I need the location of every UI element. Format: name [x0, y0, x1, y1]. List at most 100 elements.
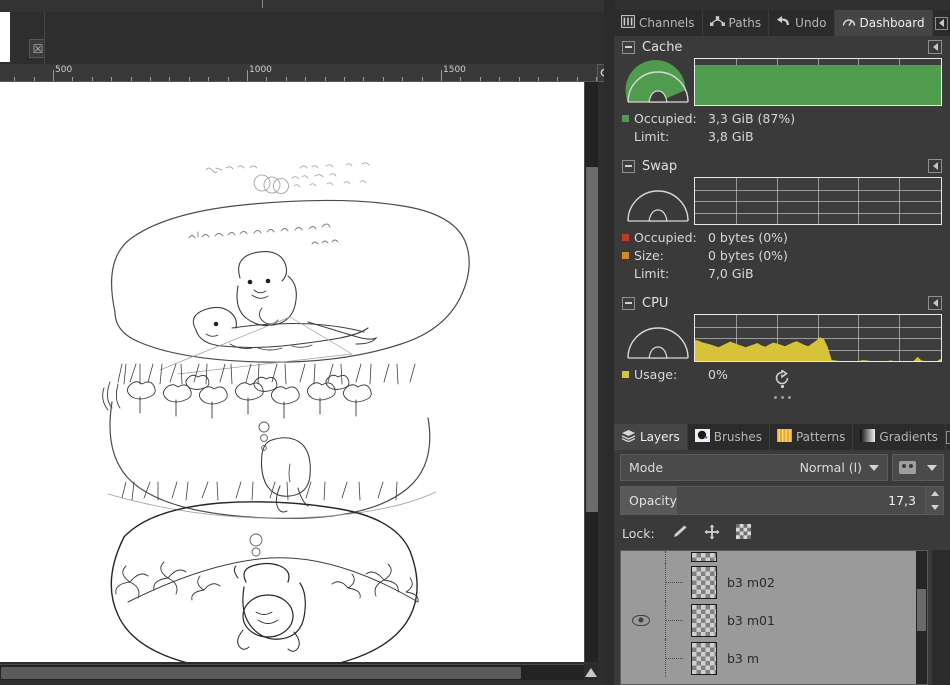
brush-icon[interactable] [671, 524, 688, 542]
tree-line-horizontal [665, 582, 683, 583]
horizontal-scrollbar-thumb[interactable] [1, 667, 521, 679]
group-header[interactable]: Cache [614, 36, 950, 58]
layer-row[interactable]: b3 m [621, 639, 927, 677]
layers-tabrow: Layers Brushes Patterns [614, 424, 950, 450]
tab-dashboard-label: Dashboard [860, 16, 925, 30]
ruler-tick-minor [363, 77, 364, 81]
layer-name: b3 m02 [727, 575, 775, 590]
ruler-tick-minor [422, 77, 423, 81]
horizontal-ruler[interactable]: 50010001500200025003000 [0, 64, 614, 82]
graph-area-series [695, 315, 941, 361]
group-spacer [614, 147, 950, 155]
group-title: Swap [642, 159, 921, 174]
dock-menu-icon[interactable] [933, 10, 950, 36]
group-gauge [622, 58, 694, 106]
tab-gradients[interactable]: Gradients [853, 424, 945, 450]
image-canvas[interactable] [0, 82, 584, 662]
pane-divider[interactable] [604, 0, 614, 685]
group-graph [694, 314, 942, 362]
tab-channels-label: Channels [639, 16, 695, 30]
opacity-stepper[interactable] [925, 487, 943, 514]
tab-patterns[interactable]: Patterns [770, 424, 853, 450]
legend-swatch [622, 133, 629, 140]
ruler-tick-minor [150, 77, 151, 81]
horizontal-scrollbar[interactable] [0, 664, 598, 680]
tab-brushes[interactable]: Brushes [688, 424, 770, 450]
ruler-tick-minor [111, 77, 112, 81]
ruler-tick-label: 1000 [249, 65, 272, 75]
tab-gradients-label: Gradients [879, 430, 937, 444]
group-menu-icon[interactable] [928, 40, 942, 54]
ruler-tick-minor [402, 77, 403, 81]
collapse-icon[interactable] [622, 160, 635, 173]
tab-paths-label: Paths [729, 16, 762, 30]
ruler-tick-minor [460, 77, 461, 81]
vertical-scrollbar[interactable] [584, 82, 598, 662]
layer-row[interactable]: b3 m01 [621, 601, 927, 639]
dock-topbar [614, 0, 950, 10]
more-dots-icon[interactable] [614, 391, 950, 403]
ruler-tick-minor [189, 77, 190, 81]
chevron-down-icon [869, 465, 879, 471]
layer-mode-select[interactable]: Mode Normal (l) [620, 454, 888, 481]
group-graph [694, 58, 942, 106]
image-window: ☒ 50010001500200025003000 [0, 0, 614, 685]
layer-row[interactable]: b3 m02 [621, 563, 927, 601]
tree-cell [661, 563, 691, 601]
group-gauge [622, 177, 694, 225]
tab-paths[interactable]: Paths [703, 10, 770, 36]
collapse-icon[interactable] [622, 41, 635, 54]
group-legend: Occupied:0 bytes (0%)Size:0 bytes (0%)Li… [622, 230, 942, 284]
layer-name: b3 m [727, 651, 759, 666]
layers-dock-menu-icon[interactable] [946, 424, 950, 450]
menu-strip[interactable] [0, 0, 614, 12]
legend-value: 3,8 GiB [708, 129, 754, 144]
ruler-tick-minor [72, 77, 73, 81]
layer-row-partial[interactable] [621, 551, 927, 563]
collapse-icon[interactable] [622, 297, 635, 310]
tree-cell [661, 551, 691, 563]
group-menu-icon[interactable] [928, 159, 942, 173]
opacity-decrement[interactable] [926, 501, 943, 515]
group-header[interactable]: Swap [614, 155, 950, 177]
ruler-tick-minor [169, 77, 170, 81]
eye-icon [632, 615, 650, 626]
left-edge-strip [0, 12, 10, 62]
composite-mode-button[interactable] [892, 454, 944, 481]
layer-list[interactable]: b3 m02 b3 m01 b3 m [620, 550, 928, 685]
navigate-icon[interactable] [584, 664, 598, 680]
dashboard-tabrow: Channels Paths Undo Dashboard [614, 10, 950, 36]
group-meter-row [622, 58, 942, 106]
legend-value: 7,0 GiB [708, 266, 754, 281]
vertical-scrollbar-thumb[interactable] [586, 167, 598, 512]
tab-layers[interactable]: Layers [614, 424, 688, 450]
legend-swatch [622, 252, 629, 259]
opacity-increment[interactable] [926, 487, 943, 501]
layer-list-scrollbar[interactable] [916, 551, 927, 684]
group-menu-icon[interactable] [928, 296, 942, 310]
ruler-tick-minor [131, 77, 132, 81]
tab-channels[interactable]: Channels [614, 10, 703, 36]
layer-list-scrollbar-thumb[interactable] [917, 589, 926, 631]
reset-icon[interactable] [614, 366, 950, 392]
ruler-tick-label: 500 [55, 65, 72, 75]
group-header[interactable]: CPU [614, 292, 950, 314]
opacity-slider[interactable]: Opacity 17,3 [620, 486, 944, 515]
group-spacer [614, 284, 950, 292]
tree-line-horizontal [665, 658, 683, 659]
tab-dashboard[interactable]: Dashboard [835, 10, 933, 36]
tab-undo[interactable]: Undo [769, 10, 834, 36]
ruler-tick-minor [228, 77, 229, 81]
transparency-icon[interactable] [736, 524, 751, 542]
layer-visibility-toggle[interactable] [621, 615, 661, 626]
layer-thumbnail[interactable] [691, 642, 717, 675]
image-toolbar-area [44, 12, 614, 64]
layer-thumbnail[interactable] [691, 566, 717, 599]
opacity-value[interactable]: 17,3 [879, 487, 925, 514]
move-icon[interactable] [704, 524, 720, 543]
legend-label: Occupied: [634, 230, 708, 245]
opacity-label: Opacity [621, 487, 685, 514]
ruler-tick-major [53, 70, 54, 81]
mode-value: Normal (l) [800, 460, 862, 475]
layer-thumbnail[interactable] [691, 604, 717, 637]
